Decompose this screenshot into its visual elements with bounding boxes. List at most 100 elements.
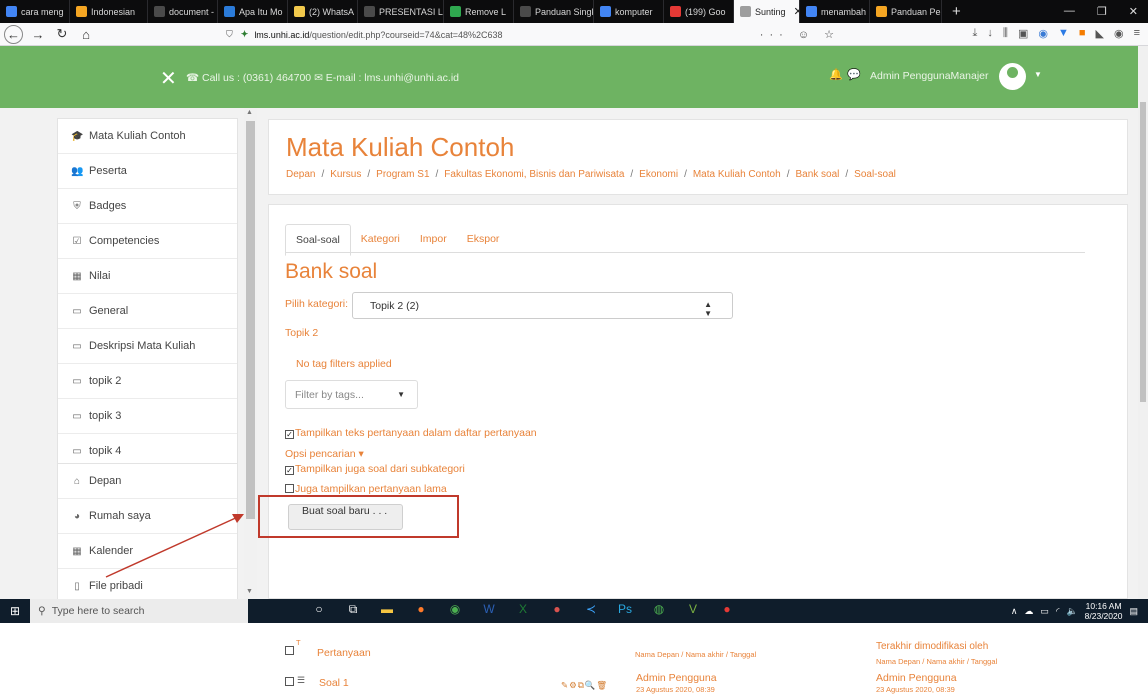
word-icon[interactable]: W xyxy=(481,602,497,617)
checkbox-checked[interactable]: ✓ xyxy=(285,466,294,475)
browser-tab[interactable]: cara meng xyxy=(0,0,70,23)
windows-start-icon[interactable]: ⊞ xyxy=(8,604,22,618)
sidebar-item[interactable]: 👥 Peserta xyxy=(58,154,237,189)
browser-tab[interactable]: Remove L xyxy=(444,0,514,23)
sidebar-item[interactable]: ⛨ Badges xyxy=(58,189,237,224)
checkbox-unchecked[interactable] xyxy=(285,646,294,655)
sidebar-item[interactable]: ▦ Kalender xyxy=(58,534,237,569)
breadcrumb-link[interactable]: Kursus xyxy=(330,169,361,180)
page-scrollbar[interactable] xyxy=(1138,46,1148,599)
sidebar-item[interactable]: ▭ General xyxy=(58,294,237,329)
show-old-questions-option[interactable]: Juga tampilkan pertanyaan lama xyxy=(285,483,447,495)
vscode-icon[interactable]: ≺ xyxy=(583,602,599,617)
drawer-scrollbar[interactable]: ▲ ▼ xyxy=(244,108,257,599)
browser-tab[interactable]: PRESENTASI LM xyxy=(358,0,444,23)
show-question-text-option[interactable]: ✓ Tampilkan teks pertanyaan dalam daftar … xyxy=(285,427,537,439)
user-name[interactable]: Admin PenggunaManajer xyxy=(870,70,989,82)
checkbox-checked[interactable]: ✓ xyxy=(285,430,294,439)
account-icon[interactable]: ◉ xyxy=(1038,27,1048,40)
reload-icon[interactable]: ↻ xyxy=(50,26,74,42)
library-icon[interactable]: ⫼ xyxy=(1003,27,1008,40)
duplicate-icon[interactable]: ⧉ xyxy=(578,680,585,690)
url-actions[interactable]: ··· ☺ ☆ xyxy=(760,28,840,41)
browser-tab[interactable]: Apa Itu Mo xyxy=(218,0,288,23)
avatar[interactable] xyxy=(999,63,1026,90)
extension-icon[interactable]: ◉ xyxy=(1114,27,1124,40)
chevron-up-icon[interactable]: ∧ xyxy=(1011,606,1018,617)
column-question[interactable]: Pertanyaan xyxy=(317,647,371,659)
browser-tab[interactable]: Indonesian xyxy=(70,0,148,23)
breadcrumb-link[interactable]: Ekonomi xyxy=(639,169,678,180)
photoshop-icon[interactable]: Ps xyxy=(617,602,633,617)
browser-tab[interactable]: (2) WhatsA xyxy=(288,0,358,23)
breadcrumb-link[interactable]: Soal-soal xyxy=(854,169,896,180)
pocket-icon[interactable]: ▼ xyxy=(1058,27,1069,40)
edit-tag-icon[interactable]: ✎ xyxy=(561,680,569,690)
scrollbar-thumb[interactable] xyxy=(1140,102,1146,402)
tag-filter-select[interactable]: Filter by tags... ▼ xyxy=(285,380,418,409)
minimize-icon[interactable]: — xyxy=(1064,5,1075,18)
message-icon[interactable]: 💬 xyxy=(847,68,861,81)
column-modified-sub[interactable]: Nama Depan / Nama akhir / Tanggal xyxy=(876,657,997,666)
powerpoint-icon[interactable]: ● xyxy=(549,602,565,617)
browser-tab[interactable]: komputer xyxy=(594,0,664,23)
download-icon[interactable]: ⤓ xyxy=(973,27,978,40)
save-icon[interactable]: ↓ xyxy=(987,27,993,40)
close-icon[interactable]: ✕ xyxy=(1129,5,1138,18)
taskbar-search[interactable]: ⚲ Type here to search xyxy=(30,599,248,623)
delete-icon[interactable]: 🗑 xyxy=(596,680,608,690)
action-center-icon[interactable]: ▤ xyxy=(1129,606,1138,617)
forward-arrow-icon[interactable]: → xyxy=(26,27,50,42)
breadcrumb-link[interactable]: Fakultas Ekonomi, Bisnis dan Pariwisata xyxy=(444,169,624,180)
sidebar-item[interactable]: ▭ Deskripsi Mata Kuliah xyxy=(58,329,237,364)
sidebar-item[interactable]: ☑ Competencies xyxy=(58,224,237,259)
maps-icon[interactable]: ◍ xyxy=(651,602,667,617)
column-created-by[interactable]: Nama Depan / Nama akhir / Tanggal xyxy=(635,650,756,659)
preview-icon[interactable]: 🔍 xyxy=(585,680,597,690)
browser-tab[interactable]: Panduan Pe xyxy=(870,0,942,23)
close-drawer-icon[interactable]: ✕ xyxy=(160,66,177,91)
breadcrumb-link[interactable]: Depan xyxy=(286,169,315,180)
menu-icon[interactable]: ≡ xyxy=(1134,27,1140,40)
back-arrow-icon[interactable]: ← xyxy=(4,24,23,44)
home-icon[interactable]: ⌂ xyxy=(74,27,98,42)
wifi-icon[interactable]: ◜ xyxy=(1056,606,1060,617)
scrollbar-thumb[interactable] xyxy=(246,121,255,519)
restore-icon[interactable]: ❐ xyxy=(1097,5,1107,18)
chevron-down-icon[interactable]: ▼ xyxy=(1034,70,1042,79)
scroll-up-icon[interactable]: ▲ xyxy=(246,109,253,116)
reader-icon[interactable]: ▣ xyxy=(1018,27,1028,40)
network-icon[interactable]: ☁ xyxy=(1024,606,1033,617)
app-icon[interactable]: ● xyxy=(719,602,735,617)
browser-tab[interactable]: document - mc xyxy=(148,0,218,23)
battery-icon[interactable]: ▭ xyxy=(1040,606,1049,617)
sidebar-item[interactable]: ▦ Nilai xyxy=(58,259,237,294)
cortana-icon[interactable]: ○ xyxy=(311,602,327,617)
file-explorer-icon[interactable]: ▬ xyxy=(379,602,395,617)
column-modified-by[interactable]: Terakhir dimodifikasi oleh xyxy=(876,641,988,652)
select-all-checkbox[interactable] xyxy=(285,645,295,657)
clock[interactable]: 10:16 AM 8/23/2020 xyxy=(1085,601,1123,621)
breadcrumb-link[interactable]: Program S1 xyxy=(376,169,429,180)
excel-icon[interactable]: X xyxy=(515,602,531,617)
volume-icon[interactable]: 🔈 xyxy=(1066,606,1077,617)
vim-icon[interactable]: V xyxy=(685,602,701,617)
notification-bell-icon[interactable]: 🔔 xyxy=(829,68,843,81)
extension-icon[interactable]: ■ xyxy=(1079,27,1086,40)
sidebar-item[interactable]: ⌂ Depan xyxy=(58,464,237,499)
url-bar[interactable]: ⛉ ✦ lms.unhi.ac.id/question/edit.php?cou… xyxy=(226,26,840,43)
checkbox-unchecked[interactable] xyxy=(285,677,294,686)
sidebar-item[interactable]: ▭ topik 3 xyxy=(58,399,237,434)
search-options-toggle[interactable]: Opsi pencarian ▾ xyxy=(285,448,364,460)
browser-tab[interactable]: (199) Goo xyxy=(664,0,734,23)
category-select[interactable]: Topik 2 (2) ▲ ▼ xyxy=(352,292,733,319)
sidebar-item[interactable]: 🎓 Mata Kuliah Contoh xyxy=(58,119,237,154)
browser-tab[interactable]: Panduan Singk xyxy=(514,0,594,23)
firefox-icon[interactable]: ● xyxy=(413,602,429,617)
chrome-icon[interactable]: ◉ xyxy=(447,602,463,617)
row-checkbox[interactable] xyxy=(285,676,295,688)
scroll-down-icon[interactable]: ▼ xyxy=(246,588,253,595)
breadcrumb-link[interactable]: Mata Kuliah Contoh xyxy=(693,169,781,180)
show-subcategories-option[interactable]: ✓ Tampilkan juga soal dari subkategori xyxy=(285,463,465,475)
breadcrumb-link[interactable]: Bank soal xyxy=(795,169,839,180)
